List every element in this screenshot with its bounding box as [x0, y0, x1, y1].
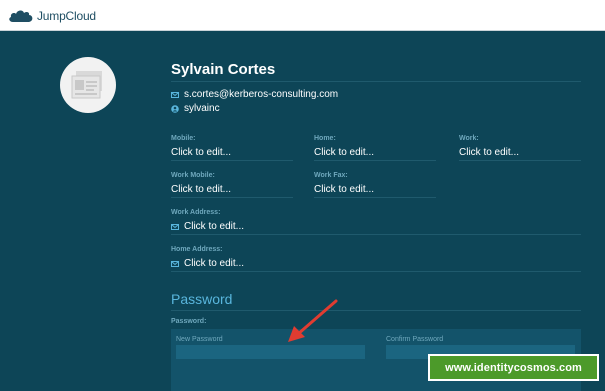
- user-card-icon: [71, 71, 102, 99]
- red-arrow-annotation: [288, 299, 338, 342]
- cloud-logo-icon: [9, 10, 33, 22]
- divider: [171, 310, 581, 311]
- work-fax-label: Work Fax:: [314, 172, 348, 179]
- watermark-text: www.identitycosmos.com: [445, 361, 582, 374]
- home-address-field[interactable]: Click to edit...: [171, 258, 244, 269]
- work-mobile-label: Work Mobile:: [171, 172, 215, 179]
- new-password-input[interactable]: [176, 345, 365, 359]
- home-address-value: Click to edit...: [184, 258, 245, 269]
- brand-name: JumpCloud: [37, 9, 96, 23]
- mobile-label: Mobile:: [171, 135, 196, 142]
- envelope-icon: [171, 260, 179, 267]
- divider: [171, 160, 293, 161]
- divider: [171, 271, 581, 272]
- user-icon: [171, 104, 179, 113]
- work-address-value: Click to edit...: [184, 221, 245, 232]
- work-phone-field[interactable]: Click to edit...: [459, 147, 519, 158]
- user-username: sylvainc: [184, 103, 220, 114]
- password-label: Password:: [171, 318, 207, 325]
- home-label: Home:: [314, 135, 336, 142]
- watermark-badge: www.identitycosmos.com: [428, 354, 599, 381]
- password-section-title: Password: [171, 291, 233, 307]
- jumpcloud-logo[interactable]: JumpCloud: [8, 8, 96, 24]
- divider: [171, 197, 293, 198]
- user-email: s.cortes@kerberos-consulting.com: [184, 89, 339, 100]
- work-address-field[interactable]: Click to edit...: [171, 221, 244, 232]
- divider: [171, 234, 581, 235]
- email-row: s.cortes@kerberos-consulting.com: [171, 89, 338, 100]
- divider: [459, 160, 581, 161]
- work-fax-field[interactable]: Click to edit...: [314, 184, 374, 195]
- divider: [314, 197, 436, 198]
- work-address-label: Work Address:: [171, 209, 221, 216]
- divider: [314, 160, 436, 161]
- work-mobile-field[interactable]: Click to edit...: [171, 184, 231, 195]
- home-phone-field[interactable]: Click to edit...: [314, 147, 374, 158]
- confirm-password-label: Confirm Password: [386, 336, 444, 343]
- username-row: sylvainc: [171, 103, 220, 114]
- avatar: [60, 57, 116, 113]
- new-password-label: New Password: [176, 336, 223, 343]
- envelope-icon: [171, 223, 179, 230]
- top-bar: JumpCloud: [0, 0, 605, 31]
- envelope-icon: [171, 91, 179, 98]
- mobile-field[interactable]: Click to edit...: [171, 147, 231, 158]
- divider: [171, 81, 581, 82]
- user-full-name: Sylvain Cortes: [171, 61, 276, 78]
- home-address-label: Home Address:: [171, 246, 223, 253]
- work-label: Work:: [459, 135, 479, 142]
